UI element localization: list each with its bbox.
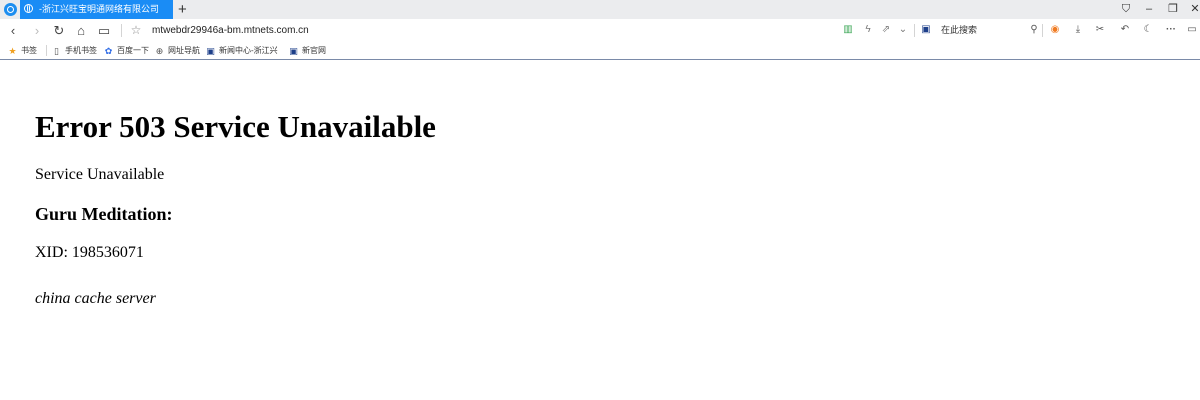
server-footer: china cache server — [35, 290, 156, 307]
bookmark-star-icon[interactable]: ☆ — [127, 19, 145, 42]
bookmark-item[interactable]: ▣ 新闻中心-浙江兴 — [206, 42, 277, 59]
chevron-down-icon[interactable]: ⌄ — [897, 24, 909, 36]
reader-book-icon[interactable]: ▭ — [95, 19, 113, 42]
globe-icon — [24, 4, 33, 13]
toolbar-divider — [914, 24, 915, 37]
guru-meditation-heading: Guru Meditation: — [35, 204, 173, 224]
baidu-paw-icon: ✿ — [104, 46, 113, 56]
forward-icon[interactable]: › — [28, 19, 46, 42]
shield-icon[interactable]: ⛉ — [1117, 0, 1135, 19]
sidebar-toggle-icon[interactable]: ▭ — [1186, 24, 1198, 36]
star-icon: ★ — [8, 46, 17, 56]
xid-text: XID: 198536071 — [35, 244, 144, 261]
home-icon[interactable]: ⌂ — [72, 19, 90, 42]
refresh-icon[interactable]: ↻ — [50, 19, 68, 42]
reader-mode-icon[interactable]: ▥ — [842, 24, 854, 36]
more-menu-icon[interactable]: ··· — [1165, 24, 1177, 36]
phone-icon: ▯ — [54, 46, 59, 56]
toolbar-divider — [1042, 24, 1043, 37]
news-site-icon: ▣ — [289, 46, 298, 56]
error-heading: Error 503 Service Unavailable — [35, 109, 436, 144]
toolbar-divider — [121, 24, 122, 37]
share-icon[interactable]: ⇗ — [880, 24, 892, 36]
tab-active[interactable]: -浙江兴旺宝明通网络有限公司 — [20, 0, 173, 19]
scissors-icon[interactable]: ✂ — [1094, 24, 1106, 36]
maximize-button[interactable]: ❐ — [1164, 0, 1182, 19]
search-engine-icon[interactable]: ▣ — [920, 24, 932, 36]
search-input[interactable]: 在此搜索 — [941, 19, 977, 42]
news-site-icon: ▣ — [206, 46, 215, 56]
title-bar: -浙江兴旺宝明通网络有限公司 + ⛉ – ❐ ✕ — [0, 0, 1200, 19]
game-controller-icon[interactable]: ◉ — [1049, 24, 1061, 36]
search-icon[interactable]: ⚲ — [1028, 24, 1040, 36]
bookmark-item[interactable]: ✿ 百度一下 — [104, 42, 149, 59]
new-tab-button[interactable]: + — [178, 0, 187, 19]
bookmark-item[interactable]: ⊕ 网址导航 — [155, 42, 200, 59]
minimize-button[interactable]: – — [1140, 0, 1158, 19]
nav-toolbar: ‹ › ↻ ⌂ ▭ ☆ mtwebdr29946a-bm.mtnets.com.… — [0, 19, 1200, 42]
bookmarks-bar: ★ 书签 ▯ 手机书签 ✿ 百度一下 ⊕ 网址导航 ▣ 新闻中心-浙江兴 ▣ 新官网 — [0, 42, 1200, 60]
download-icon[interactable]: ⤓ — [1072, 24, 1084, 36]
error-message: Service Unavailable — [35, 166, 165, 183]
tab-title: -浙江兴旺宝明通网络有限公司 — [39, 4, 159, 14]
bookmark-item[interactable]: ★ 书签 — [8, 42, 37, 59]
globe-icon: ⊕ — [155, 46, 164, 56]
lightning-icon[interactable]: ϟ — [862, 24, 874, 36]
undo-icon[interactable]: ↶ — [1119, 24, 1131, 36]
bookmark-divider — [46, 45, 47, 56]
browser-logo-icon[interactable] — [4, 3, 17, 16]
page-content: Error 503 Service Unavailable Service Un… — [0, 61, 1200, 400]
bookmark-item[interactable]: ▯ 手机书签 — [52, 42, 97, 59]
bookmark-item[interactable]: ▣ 新官网 — [289, 42, 326, 59]
night-mode-icon[interactable]: ☾ — [1142, 24, 1154, 36]
close-window-button[interactable]: ✕ — [1186, 0, 1200, 19]
back-icon[interactable]: ‹ — [4, 19, 22, 42]
address-bar[interactable]: mtwebdr29946a-bm.mtnets.com.cn — [152, 19, 309, 42]
